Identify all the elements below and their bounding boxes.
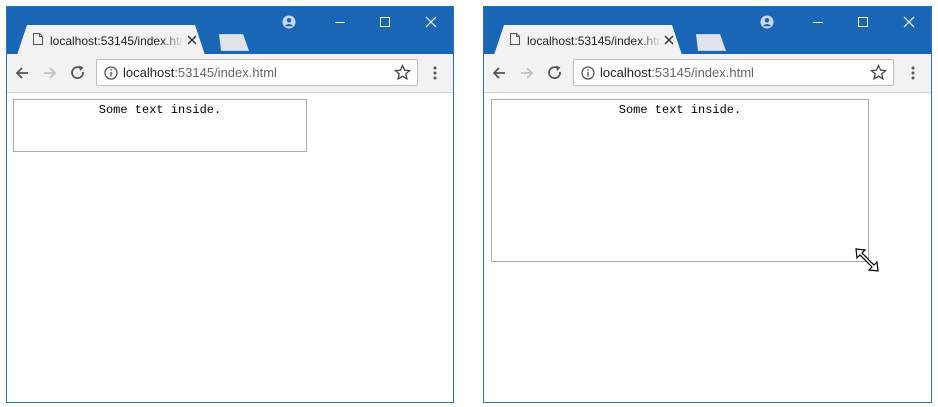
reload-icon[interactable]: [69, 64, 87, 82]
info-icon[interactable]: [581, 66, 595, 80]
menu-icon[interactable]: [432, 64, 438, 82]
browser-tab[interactable]: localhost:53145/index.html: [17, 25, 205, 55]
url-text[interactable]: localhost:53145/index.html: [123, 65, 277, 80]
maximize-icon[interactable]: [851, 12, 875, 32]
reload-icon[interactable]: [546, 64, 564, 82]
new-tab-button[interactable]: [696, 34, 726, 51]
minimize-icon[interactable]: [328, 12, 352, 32]
tab-title-fade: [162, 31, 184, 49]
user-icon[interactable]: [755, 12, 779, 32]
page-icon: [510, 33, 520, 45]
textarea[interactable]: Some text inside.: [491, 99, 869, 262]
maximize-icon[interactable]: [373, 12, 397, 32]
tab-title-fade: [639, 31, 661, 49]
url-host: localhost: [123, 65, 175, 80]
toolbar: localhost:53145/index.html: [484, 54, 931, 93]
url-text[interactable]: localhost:53145/index.html: [600, 65, 754, 80]
minimize-icon[interactable]: [806, 12, 830, 32]
back-arrow-icon[interactable]: [490, 64, 508, 82]
textarea[interactable]: Some text inside.: [13, 99, 307, 152]
window-close-icon[interactable]: [419, 12, 443, 32]
info-icon[interactable]: [104, 66, 118, 80]
browser-window-right: localhost:53145/index.html localhost:531…: [483, 6, 932, 403]
url-path: :53145/index.html: [174, 65, 277, 80]
address-bar[interactable]: localhost:53145/index.html: [96, 59, 418, 86]
browser-window-left: localhost:53145/index.html localhost:531…: [6, 6, 454, 403]
url-host: localhost: [600, 65, 652, 80]
browser-tab[interactable]: localhost:53145/index.html: [494, 25, 682, 55]
star-icon[interactable]: [394, 64, 411, 81]
new-tab-button[interactable]: [219, 34, 249, 51]
user-icon[interactable]: [277, 12, 301, 32]
url-path: :53145/index.html: [651, 65, 754, 80]
star-icon[interactable]: [870, 64, 887, 81]
toolbar: localhost:53145/index.html: [7, 54, 453, 93]
title-bar: localhost:53145/index.html: [484, 7, 931, 55]
forward-arrow-icon[interactable]: [518, 64, 536, 82]
close-icon[interactable]: [187, 35, 197, 45]
close-icon[interactable]: [664, 35, 674, 45]
menu-icon[interactable]: [910, 64, 916, 82]
back-arrow-icon[interactable]: [13, 64, 31, 82]
forward-arrow-icon[interactable]: [41, 64, 59, 82]
window-close-icon[interactable]: [897, 12, 921, 32]
resize-cursor-icon: [855, 248, 879, 272]
address-bar[interactable]: localhost:53145/index.html: [573, 59, 894, 86]
page-icon: [33, 33, 43, 45]
title-bar: localhost:53145/index.html: [7, 7, 453, 55]
